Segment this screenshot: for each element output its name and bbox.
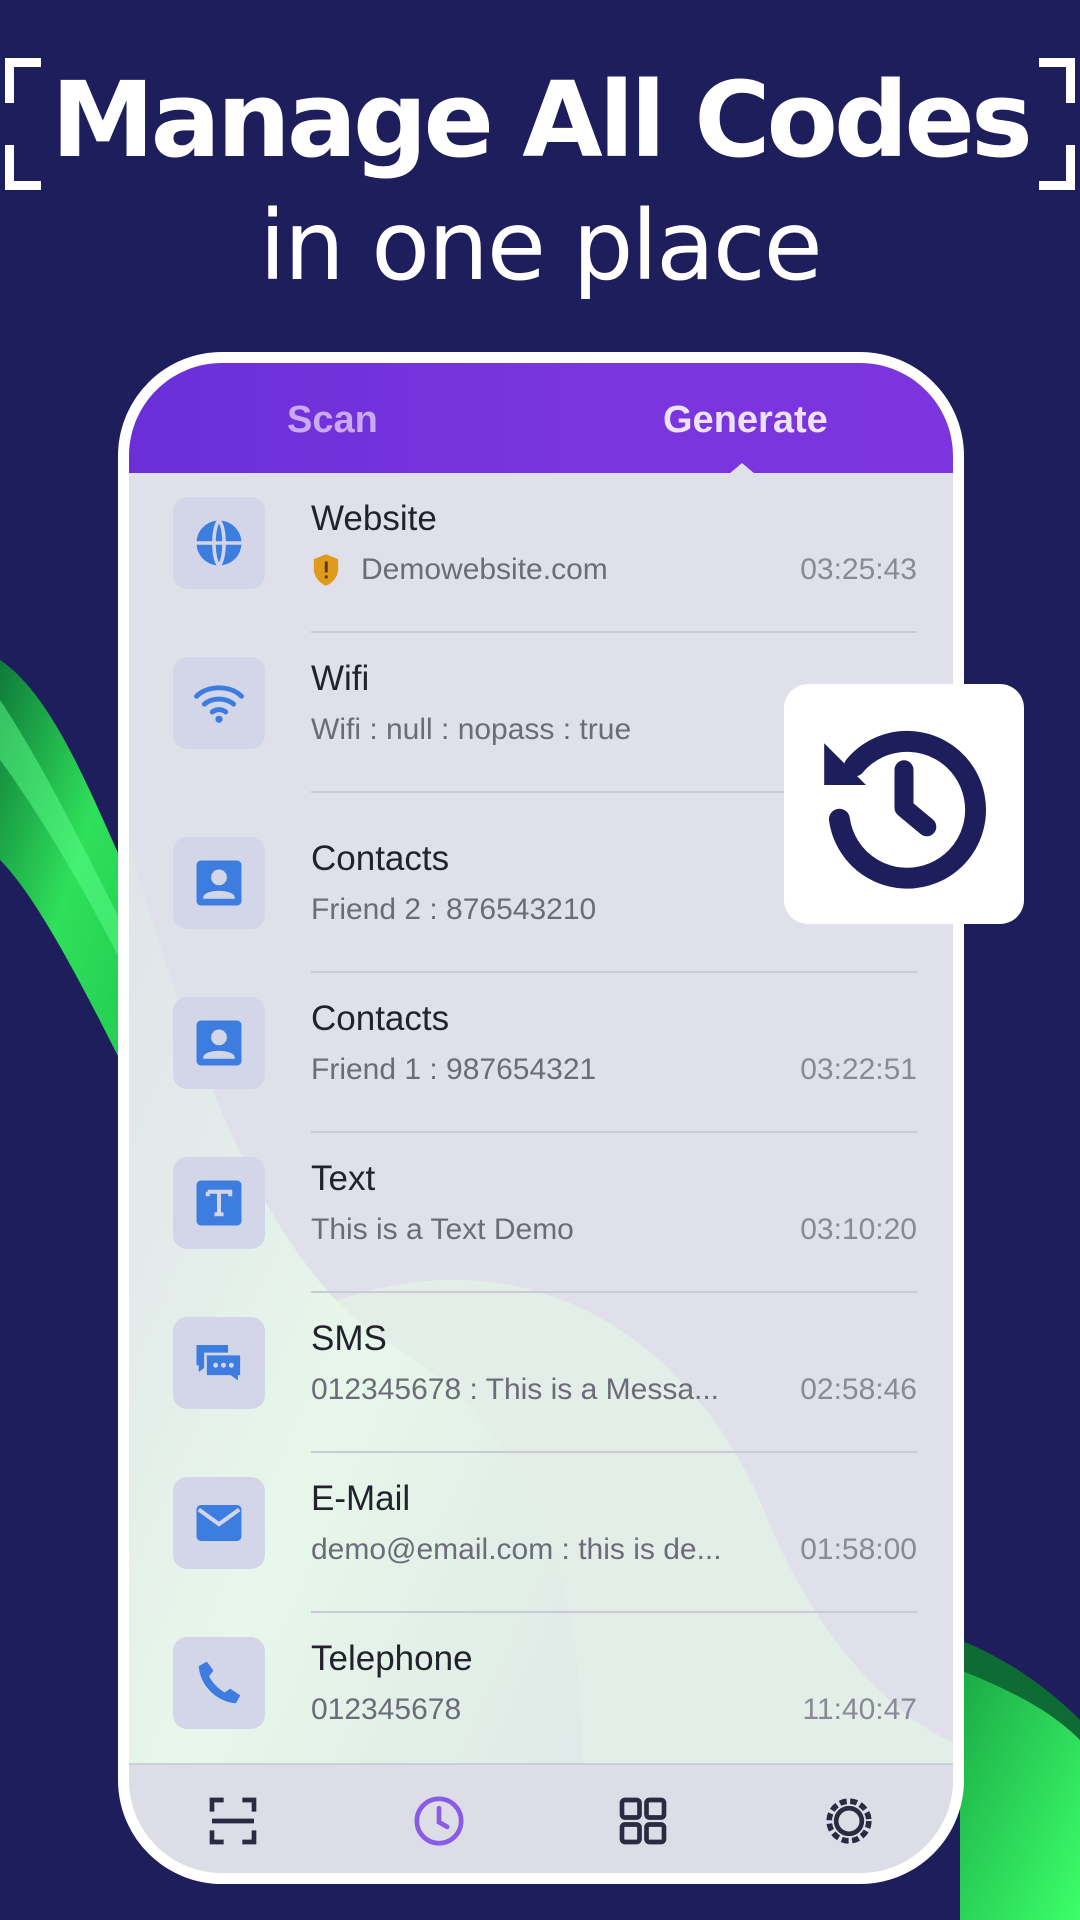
item-time: 01:58:00 (800, 1533, 917, 1566)
email-icon (173, 1477, 265, 1569)
list-item[interactable]: Website Demowebsite.com 03:25:43 (129, 473, 953, 633)
text-icon (173, 1157, 265, 1249)
phone-icon (173, 1637, 265, 1729)
item-type: Contacts (311, 999, 450, 1038)
nav-create-button[interactable] (615, 1793, 671, 1849)
item-time: 03:10:20 (800, 1213, 917, 1246)
headline: Manage All Codes in one place (0, 50, 1080, 306)
nav-history-button[interactable] (411, 1793, 467, 1849)
headline-title: Manage All Codes (51, 59, 1033, 181)
globe-icon (173, 497, 265, 589)
item-time: 03:25:43 (800, 553, 917, 586)
contact-icon (173, 837, 265, 929)
tab-scan[interactable]: Scan (287, 399, 378, 442)
headline-title-wrapper: Manage All Codes (5, 50, 1075, 190)
item-time: 03:22:51 (800, 1053, 917, 1086)
tab-bar: Scan Generate (129, 363, 953, 474)
item-value: Demowebsite.com (361, 553, 608, 586)
tab-generate[interactable]: Generate (663, 399, 828, 442)
item-value: Friend 1 : 987654321 (311, 1053, 597, 1086)
item-value: Friend 2 : 876543210 (311, 893, 597, 926)
item-type: Telephone (311, 1639, 473, 1678)
list-item[interactable]: Telephone 012345678 11:40:47 (129, 1613, 953, 1773)
item-value: 012345678 (311, 1693, 462, 1726)
item-type: Contacts (311, 839, 450, 878)
item-type: Website (311, 499, 437, 538)
phone-frame: Scan Generate Website Demowebsite.com 03… (118, 352, 964, 1884)
bottom-navigation (129, 1763, 953, 1873)
list-item[interactable]: SMS 012345678 : This is a Messa... 02:58… (129, 1293, 953, 1453)
item-time: 11:40:47 (802, 1693, 917, 1726)
item-type: Wifi (311, 659, 370, 698)
settings-icon (826, 1798, 872, 1844)
scan-icon (209, 1797, 257, 1845)
item-type: Text (311, 1159, 376, 1198)
scan-bracket-left-icon (5, 58, 42, 190)
item-type: SMS (311, 1319, 387, 1358)
item-value: 012345678 : This is a Messa... (311, 1373, 720, 1406)
item-value: Wifi : null : nopass : true (311, 713, 632, 746)
wifi-icon (173, 657, 265, 749)
history-icon (824, 730, 986, 889)
item-time: 02:58:46 (800, 1373, 917, 1406)
scan-bracket-right-icon (1038, 58, 1075, 190)
grid-icon (619, 1797, 667, 1845)
list-item[interactable]: E-Mail demo@email.com : this is de... 01… (129, 1453, 953, 1613)
history-feature-badge (784, 684, 1024, 924)
sms-icon (173, 1317, 265, 1409)
list-item[interactable]: Contacts Friend 1 : 987654321 03:22:51 (129, 973, 953, 1133)
item-type: E-Mail (311, 1479, 411, 1518)
nav-scan-button[interactable] (205, 1793, 261, 1849)
headline-subtitle: in one place (259, 190, 822, 302)
nav-settings-button[interactable] (821, 1793, 877, 1849)
shield-warning-icon (313, 554, 339, 586)
item-value: This is a Text Demo (311, 1213, 574, 1246)
list-item[interactable]: Text This is a Text Demo 03:10:20 (129, 1133, 953, 1293)
contact-icon (173, 997, 265, 1089)
app-screen: Scan Generate Website Demowebsite.com 03… (129, 363, 953, 1873)
item-value: demo@email.com : this is de... (311, 1533, 722, 1566)
history-icon (414, 1796, 464, 1846)
